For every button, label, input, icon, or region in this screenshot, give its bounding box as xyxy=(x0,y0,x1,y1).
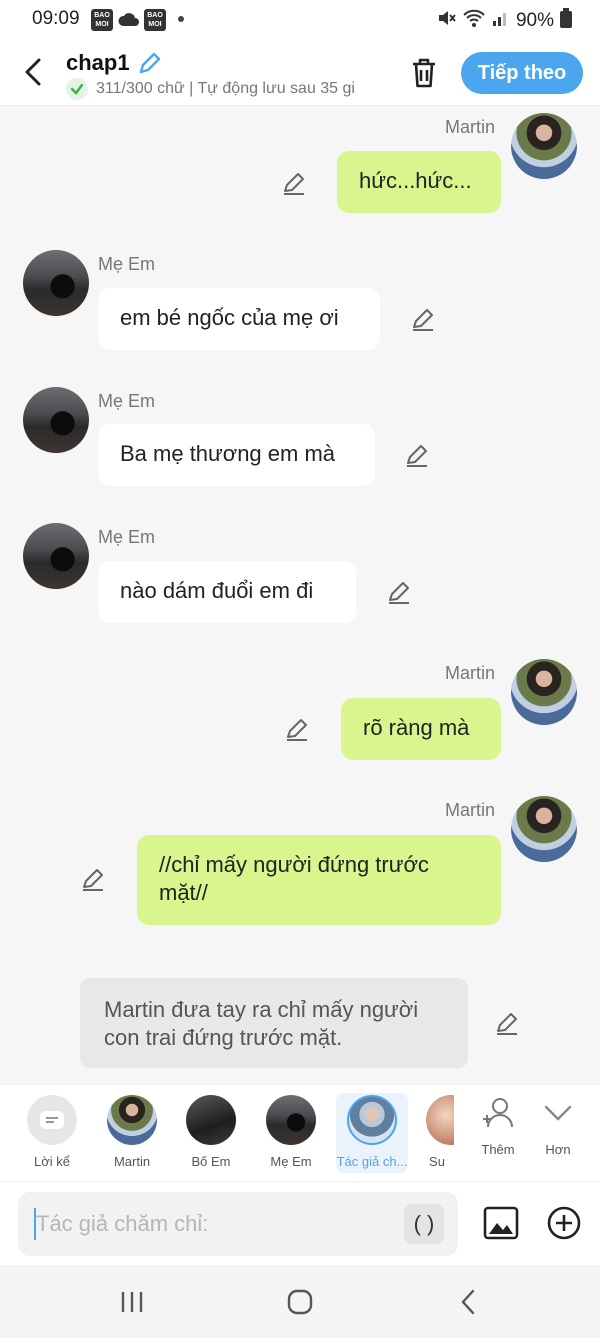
add-content-button[interactable] xyxy=(545,1204,583,1242)
back-icon xyxy=(25,58,41,86)
baomoi-notification-icon-2: BAO MOI xyxy=(144,9,166,31)
message-bubble[interactable]: hức...hức... xyxy=(337,151,501,213)
martin-avatar xyxy=(511,659,577,725)
home-icon xyxy=(287,1289,313,1315)
status-time: 09:09 xyxy=(32,8,80,29)
baomoi-notification-icon: BAO MOI xyxy=(91,9,113,31)
message-bubble[interactable]: em bé ngốc của mẹ ơi xyxy=(98,288,380,350)
message-input[interactable] xyxy=(36,1192,396,1256)
system-back-button[interactable] xyxy=(448,1287,488,1317)
chat-area[interactable]: Martin hức...hức... Mẹ Em em bé ngốc của… xyxy=(0,106,600,1084)
character-selector: Lời kể Martin Bố Em Mẹ Em Tác giả ch... … xyxy=(0,1084,600,1181)
wifi-icon xyxy=(462,8,486,34)
add-character-button[interactable]: Thêm xyxy=(468,1095,528,1157)
chapter-title[interactable]: chap1 xyxy=(66,50,130,76)
person-add-icon xyxy=(483,1098,513,1128)
character-label: Bố Em xyxy=(191,1154,231,1169)
bo-em-avatar xyxy=(186,1095,236,1145)
input-bar: ( ) xyxy=(0,1181,600,1265)
saved-check-icon xyxy=(66,78,88,100)
me-em-avatar xyxy=(266,1095,316,1145)
cloud-icon xyxy=(118,10,140,36)
add-character-label: Thêm xyxy=(481,1142,515,1157)
message-bubble[interactable]: rõ ràng mà xyxy=(341,698,501,760)
character-label: Lời kể xyxy=(34,1154,70,1169)
home-button[interactable] xyxy=(280,1287,320,1317)
me-em-avatar xyxy=(23,523,89,589)
character-label: Martin xyxy=(113,1154,151,1169)
trash-icon xyxy=(413,58,435,88)
next-button[interactable]: Tiếp theo xyxy=(461,52,583,94)
edit-message-pencil-icon[interactable] xyxy=(404,442,430,468)
character-tac-gia[interactable]: Tác giả ch... xyxy=(336,1093,408,1173)
editor-header: chap1 311/300 chữ | Tự động lưu sau 35 g… xyxy=(0,40,600,106)
recents-button[interactable] xyxy=(112,1287,152,1317)
character-bo-em[interactable]: Bố Em xyxy=(177,1093,245,1169)
recents-icon xyxy=(121,1292,143,1312)
tac-gia-avatar xyxy=(347,1095,397,1145)
more-characters-button[interactable]: Hơn xyxy=(528,1095,588,1157)
message-bubble[interactable]: Ba mẹ thương em mà xyxy=(98,424,375,486)
image-icon xyxy=(483,1206,519,1240)
sender-name: Mẹ Em xyxy=(98,391,156,411)
edit-message-pencil-icon[interactable] xyxy=(284,716,310,742)
character-su[interactable]: Su xyxy=(420,1093,454,1169)
su-avatar xyxy=(426,1095,454,1145)
nav-back-icon xyxy=(461,1289,475,1315)
more-notifications-dot xyxy=(178,16,184,22)
more-label: Hơn xyxy=(545,1142,571,1157)
sender-name: Mẹ Em xyxy=(98,254,156,274)
delete-button[interactable] xyxy=(408,56,440,90)
chevron-down-icon xyxy=(544,1105,572,1121)
sender-name: Martin xyxy=(445,800,496,820)
word-count-status: 311/300 chữ | Tự động lưu sau 35 gi xyxy=(96,80,355,97)
status-bar: 09:09 BAO MOI BAO MOI 90% xyxy=(0,0,600,40)
narration-icon xyxy=(27,1095,77,1145)
edit-message-pencil-icon[interactable] xyxy=(410,306,436,332)
signal-icon xyxy=(492,9,510,33)
character-me-em[interactable]: Mẹ Em xyxy=(257,1093,325,1169)
sender-name: Martin xyxy=(445,663,496,683)
edit-message-pencil-icon[interactable] xyxy=(281,170,307,196)
message-bubble[interactable]: nào dám đuổi em đi xyxy=(98,561,356,623)
martin-avatar xyxy=(107,1095,157,1145)
mute-icon xyxy=(436,8,456,34)
character-label: Tác giả ch... xyxy=(336,1154,408,1169)
edit-message-pencil-icon[interactable] xyxy=(386,579,412,605)
character-label: Su xyxy=(429,1154,445,1169)
pencil-icon[interactable] xyxy=(137,50,163,76)
sender-name: Mẹ Em xyxy=(98,527,156,547)
me-em-avatar xyxy=(23,387,89,453)
character-label: Mẹ Em xyxy=(270,1154,312,1169)
plus-circle-icon xyxy=(547,1206,581,1240)
message-bubble[interactable]: //chỉ mấy người đứng trước mặt// xyxy=(137,835,501,925)
character-loi-ke[interactable]: Lời kể xyxy=(18,1093,86,1169)
sender-name: Martin xyxy=(445,117,496,137)
battery-percent: 90% xyxy=(515,10,554,31)
martin-avatar xyxy=(511,113,577,179)
back-button[interactable] xyxy=(18,54,48,90)
martin-avatar xyxy=(511,796,577,862)
narration-block[interactable]: Martin đưa tay ra chỉ mấy người con trai… xyxy=(80,978,468,1068)
battery-icon xyxy=(560,8,572,34)
system-nav-bar xyxy=(0,1265,600,1338)
insert-image-button[interactable] xyxy=(482,1204,520,1242)
edit-message-pencil-icon[interactable] xyxy=(80,866,106,892)
message-input-wrapper[interactable]: ( ) xyxy=(18,1192,458,1256)
edit-narration-pencil-icon[interactable] xyxy=(494,1010,520,1036)
status-right: 90% xyxy=(436,8,572,34)
parentheses-button[interactable]: ( ) xyxy=(404,1204,444,1244)
me-em-avatar xyxy=(23,250,89,316)
character-martin[interactable]: Martin xyxy=(98,1093,166,1169)
